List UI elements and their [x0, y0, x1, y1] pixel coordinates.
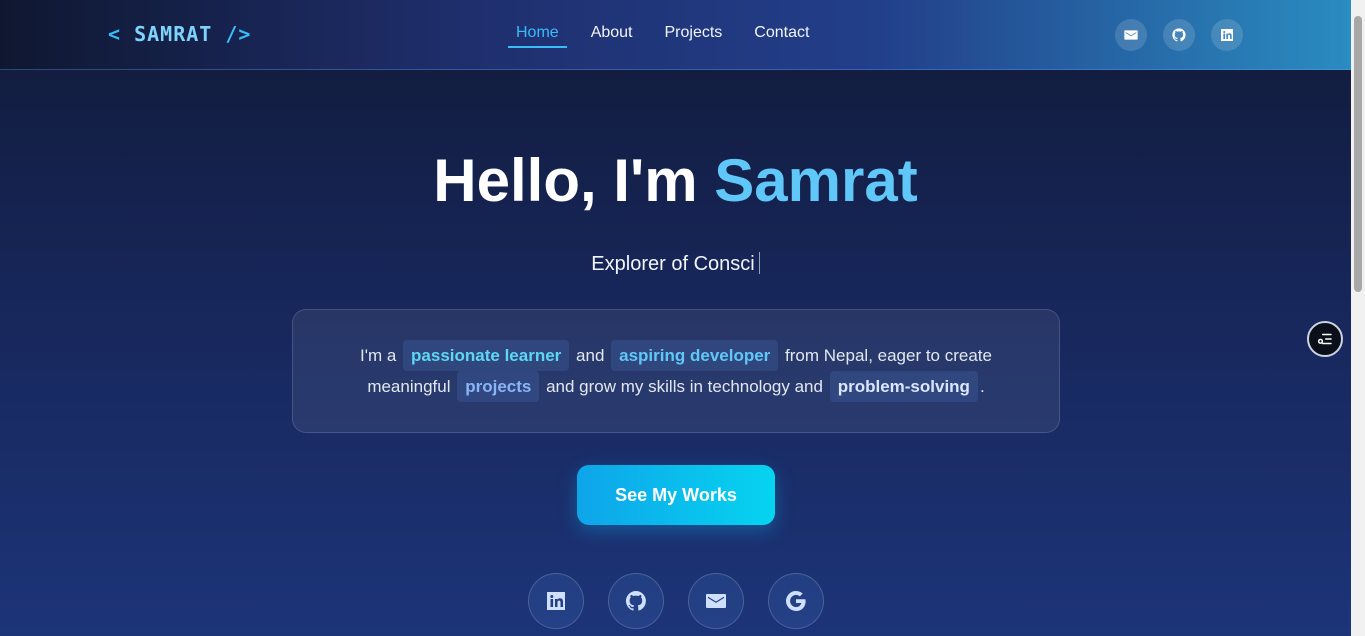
logo[interactable]: < SAMRAT />	[108, 22, 251, 46]
typed-subtitle: Explorer of Consci	[0, 252, 1351, 276]
nav-icons	[1115, 19, 1243, 51]
settings-toggle-icon	[1317, 333, 1332, 345]
floating-toggle-button[interactable]	[1307, 321, 1343, 357]
github-icon	[1172, 28, 1186, 42]
logo-prefix: <	[108, 22, 122, 46]
chip-passionate-learner: passionate learner	[403, 340, 570, 371]
github-icon	[625, 590, 646, 611]
nav-link-projects[interactable]: Projects	[657, 24, 731, 48]
social-linkedin-button[interactable]	[528, 573, 584, 629]
nav-github-button[interactable]	[1163, 19, 1195, 51]
typed-text: Explorer of Consci	[591, 253, 755, 275]
linkedin-icon	[1221, 29, 1233, 41]
see-my-works-button[interactable]: See My Works	[577, 465, 775, 525]
intro-text-1: I'm a	[360, 346, 397, 365]
logo-name: SAMRAT	[134, 22, 213, 46]
social-mail-button[interactable]	[688, 573, 744, 629]
linkedin-icon	[547, 592, 565, 610]
nav-link-about[interactable]: About	[583, 24, 641, 48]
intro-text-5: .	[979, 377, 985, 396]
hero-title: Hello, I'm Samrat	[0, 146, 1351, 215]
chip-projects: projects	[457, 371, 540, 402]
nav-linkedin-button[interactable]	[1211, 19, 1243, 51]
intro-text-2: and	[576, 346, 605, 365]
nav-links: Home About Projects Contact	[508, 24, 833, 48]
intro-text-4: and grow my skills in technology and	[546, 377, 823, 396]
mail-icon	[706, 594, 726, 608]
social-links	[528, 573, 824, 629]
hero-greeting: Hello, I'm	[433, 147, 698, 214]
google-icon	[786, 590, 806, 611]
hero-name: Samrat	[714, 147, 918, 214]
logo-suffix: />	[225, 22, 252, 46]
nav-link-contact[interactable]: Contact	[746, 24, 817, 48]
scrollbar-thumb[interactable]	[1354, 16, 1362, 292]
chip-aspiring-developer: aspiring developer	[611, 340, 779, 371]
intro-card: I'm a passionate learner and aspiring de…	[292, 309, 1060, 433]
chip-problem-solving: problem-solving	[829, 371, 978, 402]
navbar: < SAMRAT /> Home About Projects Contact	[0, 0, 1351, 70]
social-google-button[interactable]	[768, 573, 824, 629]
nav-link-home[interactable]: Home	[508, 24, 567, 48]
mail-icon	[1124, 30, 1138, 40]
typing-cursor	[758, 252, 760, 274]
nav-mail-button[interactable]	[1115, 19, 1147, 51]
vertical-scrollbar[interactable]	[1351, 0, 1365, 636]
social-github-button[interactable]	[608, 573, 664, 629]
